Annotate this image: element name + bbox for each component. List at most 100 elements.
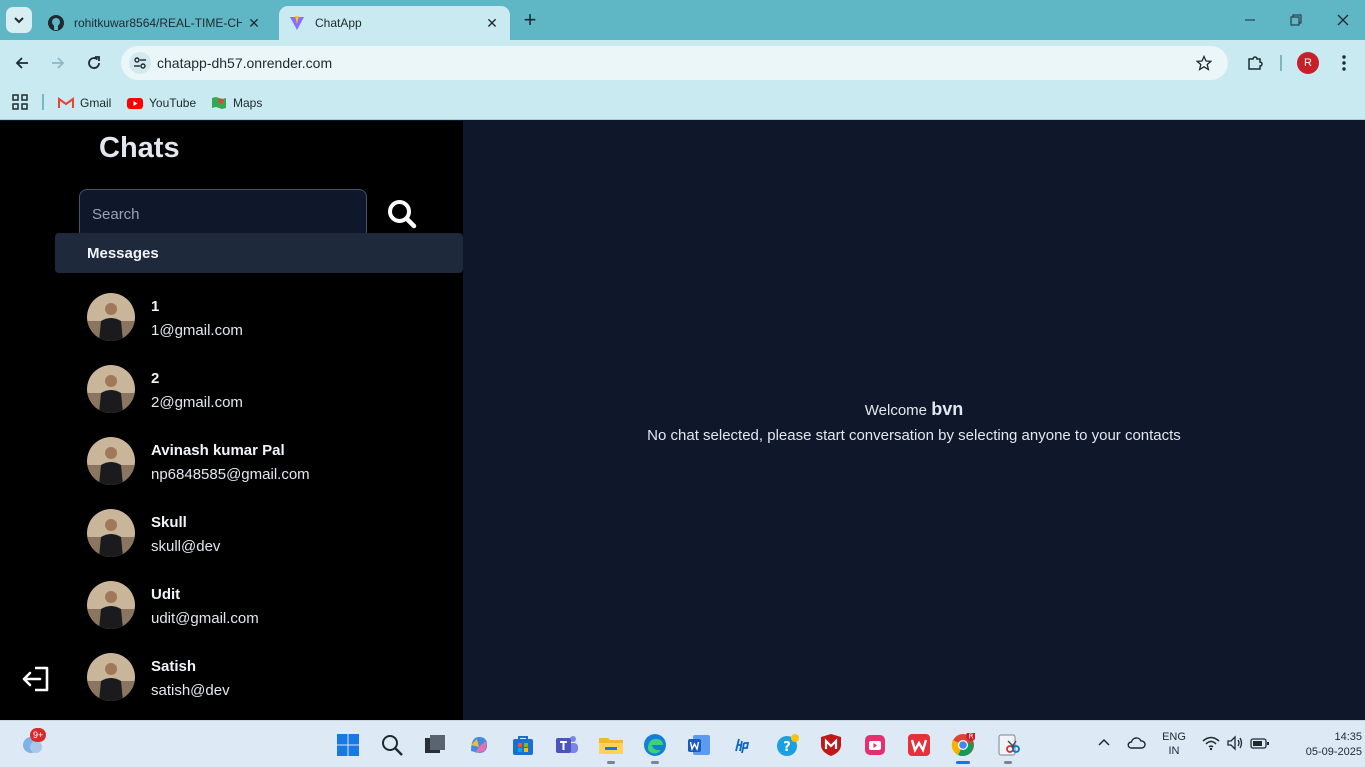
taskbar-teams[interactable] (554, 732, 580, 758)
bookmark-star-button[interactable] (1194, 53, 1214, 73)
tab-title: ChatApp (315, 16, 362, 30)
chevron-up-icon[interactable] (1096, 735, 1112, 751)
contact-name: Avinash kumar Pal (151, 442, 285, 459)
clock[interactable]: 14:35 05-09-2025 (1304, 730, 1362, 760)
minimize-icon (1245, 19, 1255, 21)
browser-tab-github[interactable]: rohitkuwar8564/REAL-TIME-CH ✕ (38, 6, 272, 40)
bookmarks-bar: Gmail YouTube Maps (0, 86, 1365, 120)
wifi-icon (1202, 736, 1220, 751)
maps-icon (212, 97, 226, 109)
running-indicator (1004, 761, 1012, 764)
chats-sidebar: Chats Messages 1 1@gmail.com 2 2@gmail.c… (55, 121, 463, 720)
volume-icon (1227, 735, 1243, 751)
tab-search-button[interactable] (6, 7, 32, 33)
contact-name: Satish (151, 658, 197, 675)
bookmark-youtube[interactable]: YouTube (127, 92, 196, 114)
new-tab-button[interactable]: + (518, 8, 542, 32)
contact-item[interactable]: 2 2@gmail.com (55, 359, 463, 431)
taskbar-start[interactable] (335, 732, 361, 758)
url-text: chatapp-dh57.onrender.com (157, 55, 333, 71)
contact-email: udit@gmail.com (151, 610, 259, 627)
close-icon (1337, 14, 1349, 26)
chevron-down-icon (14, 17, 24, 24)
bookmark-label: Maps (233, 96, 263, 110)
search-button[interactable] (385, 197, 419, 231)
taskbar-get-help[interactable]: ? (775, 732, 801, 758)
taskbar-task-view[interactable] (422, 732, 448, 758)
profile-avatar-button[interactable]: R (1297, 52, 1319, 74)
browser-tabstrip: rohitkuwar8564/REAL-TIME-CH ✕ ChatApp ✕ … (0, 0, 1365, 40)
language-indicator[interactable]: ENG IN (1160, 730, 1188, 758)
browser-toolbar: chatapp-dh57.onrender.com R (0, 40, 1365, 86)
get-help-icon: ? (777, 734, 799, 756)
copilot-icon (471, 737, 487, 753)
contact-item[interactable]: Udit udit@gmail.com (55, 575, 463, 647)
taskbar-file-explorer[interactable] (598, 732, 624, 764)
github-icon (48, 15, 64, 31)
avatar (87, 365, 135, 413)
taskbar-word[interactable] (686, 732, 712, 758)
arrow-left-icon (15, 57, 28, 69)
windows-start-icon (337, 734, 359, 756)
contact-name: Udit (151, 586, 181, 603)
site-info-icon[interactable] (129, 52, 151, 74)
contact-item[interactable]: 1 1@gmail.com (55, 287, 463, 359)
left-rail (0, 121, 55, 720)
forward-button[interactable] (46, 51, 70, 75)
bookmark-gmail[interactable]: Gmail (58, 92, 111, 114)
contact-name: 2 (151, 370, 160, 387)
reload-button[interactable] (82, 51, 106, 75)
apps-grid-icon[interactable] (11, 93, 29, 111)
taskbar-chrome[interactable]: R (950, 732, 976, 764)
back-button[interactable] (10, 51, 34, 75)
chat-app: Chats Messages 1 1@gmail.com 2 2@gmail.c… (0, 121, 1365, 720)
language-code: ENG (1162, 731, 1186, 743)
arrow-right-icon (52, 57, 65, 69)
sidebar-title: Chats (99, 132, 180, 164)
close-icon[interactable]: ✕ (246, 15, 262, 31)
taskbar-mcafee[interactable] (818, 732, 844, 758)
extensions-button[interactable] (1244, 52, 1266, 74)
taskbar-store[interactable] (510, 732, 536, 758)
running-indicator (956, 761, 970, 764)
taskbar-edge[interactable] (642, 732, 668, 764)
contact-list: 1 1@gmail.com 2 2@gmail.com Avinash kuma… (55, 287, 463, 719)
bookmark-maps[interactable]: Maps (211, 92, 262, 114)
svg-text:?: ? (783, 740, 791, 755)
hp-icon (732, 734, 754, 756)
section-label: Messages (87, 245, 159, 262)
onedrive-cloud-icon[interactable] (1126, 735, 1146, 751)
contact-item[interactable]: Avinash kumar Pal np6848585@gmail.com (55, 431, 463, 503)
reload-icon (88, 56, 100, 69)
taskbar-copilot[interactable] (466, 732, 492, 758)
contact-email: 1@gmail.com (151, 322, 243, 339)
taskbar-wps-office[interactable] (906, 732, 932, 758)
taskbar-clipchamp[interactable] (862, 732, 888, 758)
welcome-prefix: Welcome (864, 402, 928, 419)
clock-date: 05-09-2025 (1305, 746, 1362, 758)
close-icon[interactable]: ✕ (484, 15, 500, 31)
mcafee-icon (821, 734, 841, 756)
browser-tab-chatapp[interactable]: ChatApp ✕ (279, 6, 510, 40)
contact-item[interactable]: Skull skull@dev (55, 503, 463, 575)
edge-icon (644, 734, 666, 756)
taskbar-snipping-tool[interactable] (995, 732, 1021, 764)
bookmark-label: YouTube (149, 96, 197, 110)
contact-email: np6848585@gmail.com (151, 466, 310, 483)
taskbar-hp[interactable] (730, 732, 756, 758)
snipping-tool-icon (998, 734, 1020, 756)
logout-icon[interactable] (21, 665, 51, 693)
contact-item[interactable]: Satish satish@dev (55, 647, 463, 719)
system-tray-status[interactable] (1202, 735, 1270, 751)
wps-office-icon (908, 734, 930, 756)
empty-state-message: No chat selected, please start conversat… (647, 427, 1181, 444)
contact-email: 2@gmail.com (151, 394, 243, 411)
address-bar[interactable]: chatapp-dh57.onrender.com (121, 46, 1228, 80)
browser-menu-button[interactable] (1334, 52, 1354, 74)
minimize-button[interactable] (1240, 10, 1260, 30)
restore-button[interactable] (1286, 10, 1306, 30)
word-icon (688, 735, 710, 755)
taskbar-search[interactable] (379, 732, 405, 758)
search-input[interactable] (79, 189, 367, 239)
close-window-button[interactable] (1333, 10, 1353, 30)
